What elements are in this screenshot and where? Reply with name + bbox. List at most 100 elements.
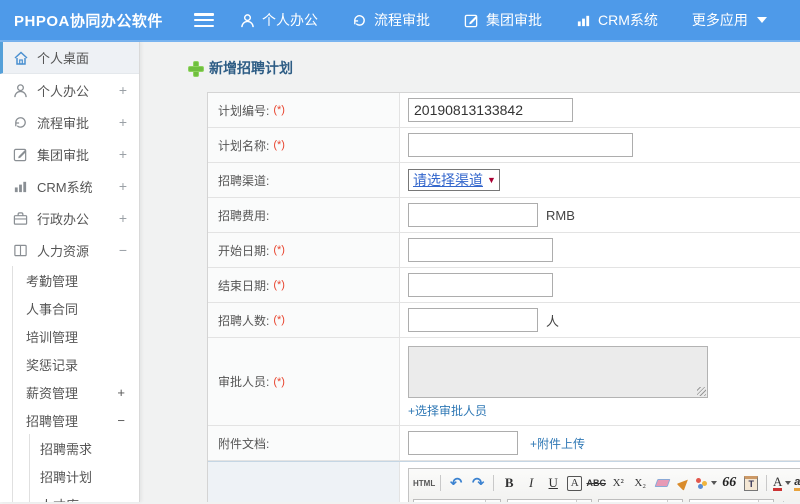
- sidebar-item-training[interactable]: 培训管理: [13, 322, 139, 350]
- sidebar-item-label: 流程审批: [37, 115, 90, 131]
- paste-text-icon[interactable]: T: [741, 473, 761, 493]
- format-brush-icon[interactable]: [674, 473, 694, 493]
- recruit-plan-form: 计划编号:(*) 计划名称:(*) 招聘渠道: 请选择渠道 ▼: [207, 92, 800, 502]
- sidebar-item-group-approval[interactable]: 集团审批 +: [0, 138, 139, 170]
- hr-submenu: 考勤管理 人事合同 培训管理 奖惩记录 薪资管理 + 招聘管理 − 招聘需求 招…: [12, 266, 139, 502]
- sidebar-item-personal-desktop[interactable]: 个人桌面: [0, 42, 139, 74]
- sidebar-item-crm-system[interactable]: CRM系统 +: [0, 170, 139, 202]
- menu-toggle-icon[interactable]: [194, 13, 214, 27]
- undo-icon[interactable]: ↶: [446, 473, 466, 493]
- expand-plus-icon[interactable]: +: [117, 114, 129, 130]
- field-label: 招聘人数:: [218, 313, 270, 328]
- redo-icon[interactable]: ↷: [468, 473, 488, 493]
- expand-plus-icon[interactable]: +: [117, 146, 129, 162]
- editor-row-label-cell: [208, 462, 400, 502]
- plan-name-input[interactable]: [408, 133, 633, 157]
- align-left-icon[interactable]: [789, 499, 800, 502]
- expand-plus-icon[interactable]: +: [117, 210, 129, 226]
- sidebar-item-label: 行政办公: [37, 211, 90, 227]
- custom-title-select[interactable]: 自定义标题: [413, 499, 501, 502]
- superscript-button[interactable]: X²: [608, 473, 628, 493]
- nav-crm-system[interactable]: CRM系统: [576, 10, 658, 30]
- plan-number-input[interactable]: [408, 98, 573, 122]
- select-arrow-icon: [667, 500, 682, 502]
- sidebar-item-process-approval[interactable]: 流程审批 +: [0, 106, 139, 138]
- nav-personal-office[interactable]: 个人办公: [240, 10, 318, 30]
- form-row-attachment: 附件文档: +附件上传: [208, 426, 800, 461]
- font-style-button[interactable]: A: [567, 475, 583, 491]
- required-mark: (*): [273, 244, 285, 256]
- attachment-input[interactable]: [408, 431, 518, 455]
- subscript-button[interactable]: X₂: [630, 473, 650, 493]
- required-mark: (*): [273, 139, 285, 151]
- nav-label: 集团审批: [486, 12, 542, 28]
- edit-square-icon: [464, 13, 479, 28]
- sidebar-item-recruit-plan[interactable]: 招聘计划: [30, 462, 139, 490]
- sidebar-item-rewards-punishments[interactable]: 奖惩记录: [13, 350, 139, 378]
- nav-more-apps[interactable]: 更多应用: [692, 10, 767, 30]
- italic-button[interactable]: I: [521, 473, 541, 493]
- sidebar-item-salary[interactable]: 薪资管理 +: [13, 378, 139, 406]
- recruit-channel-select[interactable]: 请选择渠道 ▼: [408, 169, 500, 191]
- process-approve-icon: [12, 114, 29, 131]
- sidebar-item-hr-contract[interactable]: 人事合同: [13, 294, 139, 322]
- form-row-recruit-channel: 招聘渠道: 请选择渠道 ▼: [208, 163, 800, 198]
- attachment-upload-link[interactable]: +附件上传: [530, 435, 585, 452]
- bold-button[interactable]: B: [499, 473, 519, 493]
- bar-chart-icon: [12, 178, 29, 195]
- paragraph-format-select[interactable]: 段落格式: [507, 499, 592, 502]
- choose-approvers-link[interactable]: +选择审批人员: [408, 402, 487, 419]
- sidebar-item-personal-office[interactable]: 个人办公 +: [0, 74, 139, 106]
- main-content: 新增招聘计划 计划编号:(*) 计划名称:(*) 招聘渠道: 请选择渠道: [140, 42, 800, 502]
- nav-process-approval[interactable]: 流程审批: [352, 10, 430, 30]
- font-size-select[interactable]: 字号: [689, 499, 774, 502]
- person-icon: [240, 13, 255, 28]
- expand-plus-icon[interactable]: +: [117, 385, 125, 400]
- approvers-textarea[interactable]: [408, 346, 708, 398]
- sidebar-item-admin-office[interactable]: 行政办公 +: [0, 202, 139, 234]
- recruit-cost-input[interactable]: [408, 203, 538, 227]
- sidebar-item-attendance[interactable]: 考勤管理: [13, 266, 139, 294]
- sidebar-item-recruit-management[interactable]: 招聘管理 −: [13, 406, 139, 434]
- collapse-minus-icon[interactable]: −: [117, 242, 129, 258]
- sidebar-item-label: 集团审批: [37, 147, 90, 163]
- source-code-button[interactable]: HTML: [413, 473, 435, 493]
- recruit-submenu: 招聘需求 招聘计划 人才库: [29, 434, 139, 502]
- nav-group-approval[interactable]: 集团审批: [464, 10, 542, 30]
- eraser-icon[interactable]: [652, 473, 672, 493]
- end-date-input[interactable]: [408, 273, 553, 297]
- book-icon: [12, 242, 29, 259]
- bar-chart-icon: [576, 13, 591, 28]
- strikethrough-button[interactable]: ABC: [586, 473, 606, 493]
- auto-typeset-icon[interactable]: [696, 473, 718, 493]
- collapse-minus-icon[interactable]: −: [117, 413, 125, 428]
- highlight-color-button[interactable]: ab: [794, 473, 800, 493]
- font-color-button[interactable]: A: [772, 473, 792, 493]
- sidebar-item-recruit-demand[interactable]: 招聘需求: [30, 434, 139, 462]
- home-icon: [12, 49, 29, 66]
- field-label: 计划编号:: [218, 103, 270, 118]
- form-row-recruit-cost: 招聘费用: RMB: [208, 198, 800, 233]
- underline-button[interactable]: U: [543, 473, 563, 493]
- sidebar-item-human-resources[interactable]: 人力资源 −: [0, 234, 139, 266]
- start-date-input[interactable]: [408, 238, 553, 262]
- blockquote-button[interactable]: 66: [719, 473, 739, 493]
- form-row-plan-number: 计划编号: (*): [208, 93, 800, 128]
- headcount-input[interactable]: [408, 308, 538, 332]
- font-family-select[interactable]: 字体: [598, 499, 683, 502]
- select-value: 段落格式: [508, 500, 576, 502]
- person-icon: [12, 82, 29, 99]
- nav-label: 更多应用: [691, 12, 748, 28]
- sidebar-item-talent-pool[interactable]: 人才库: [30, 490, 139, 503]
- expand-plus-icon[interactable]: +: [117, 82, 129, 98]
- expand-plus-icon[interactable]: +: [117, 178, 129, 194]
- form-row-end-date: 结束日期: (*): [208, 268, 800, 303]
- select-value: 字体: [599, 500, 667, 502]
- caret-down-icon: [756, 17, 767, 23]
- app-window: PHPOA协同办公软件 个人办公 流程审批 集团审批 CRM系统 更多应用 个人…: [0, 0, 800, 504]
- field-label: 附件文档:: [218, 436, 270, 451]
- rich-text-editor: HTML ↶ ↷ B I U A ABC X² X₂ 66 T A a: [408, 468, 800, 502]
- sidebar-item-label: 个人桌面: [37, 51, 90, 66]
- field-label: 结束日期:: [218, 278, 270, 293]
- resize-grip-icon[interactable]: [697, 387, 706, 396]
